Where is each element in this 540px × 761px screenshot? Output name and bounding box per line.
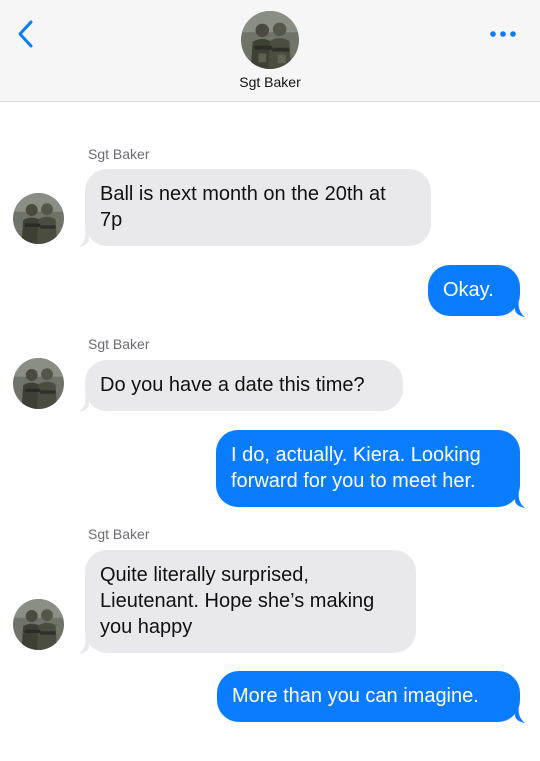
soldier-photo (241, 11, 299, 69)
sender-avatar[interactable] (13, 358, 64, 409)
incoming-message-bubble[interactable]: Do you have a date this time? (85, 360, 403, 411)
bubble-tail (515, 705, 525, 723)
message-line: you happy (100, 616, 193, 638)
message-line: Lieutenant. Hope she’s making (100, 590, 375, 612)
message-line: Do you have a date this time? (100, 374, 365, 396)
soldier-photo (13, 599, 64, 650)
message-line: Okay. (443, 279, 494, 301)
outgoing-message-bubble[interactable]: More than you can imagine. (217, 671, 520, 722)
message-line: Ball is next month on the 20th at (100, 183, 386, 205)
message-line: More than you can imagine. (232, 685, 479, 707)
bubble-tail (79, 636, 89, 654)
outgoing-message-bubble[interactable]: I do, actually. Kiera. Looking forward f… (216, 430, 520, 507)
sender-avatar[interactable] (13, 193, 64, 244)
incoming-message-bubble[interactable]: Quite literally surprised, Lieutenant. H… (85, 550, 416, 653)
outgoing-message-bubble[interactable]: Okay. (428, 265, 520, 316)
bubble-tail (515, 299, 525, 317)
conversation-screen: Sgt Baker Sgt Baker Ball is next month o… (0, 0, 540, 761)
incoming-message-bubble[interactable]: Ball is next month on the 20th at 7p (85, 169, 431, 246)
message-line: I do, actually. Kiera. Looking (231, 444, 481, 466)
conversation-header: Sgt Baker (0, 0, 540, 102)
sender-label: Sgt Baker (88, 146, 150, 162)
bubble-tail (515, 490, 525, 508)
soldier-photo (13, 193, 64, 244)
message-line: 7p (100, 209, 123, 231)
sender-avatar[interactable] (13, 599, 64, 650)
message-line: Quite literally surprised, (100, 564, 309, 586)
message-line: forward for you to meet her. (231, 470, 476, 492)
contact-name[interactable]: Sgt Baker (0, 74, 540, 90)
sender-label: Sgt Baker (88, 336, 150, 352)
sender-label: Sgt Baker (88, 526, 150, 542)
soldier-photo (13, 358, 64, 409)
more-options-button[interactable] (486, 22, 520, 46)
ellipsis-icon (490, 31, 516, 37)
back-button[interactable] (10, 18, 42, 50)
chevron-left-icon (18, 20, 33, 48)
bubble-tail (79, 394, 89, 412)
contact-avatar[interactable] (241, 11, 299, 69)
bubble-tail (79, 229, 89, 247)
